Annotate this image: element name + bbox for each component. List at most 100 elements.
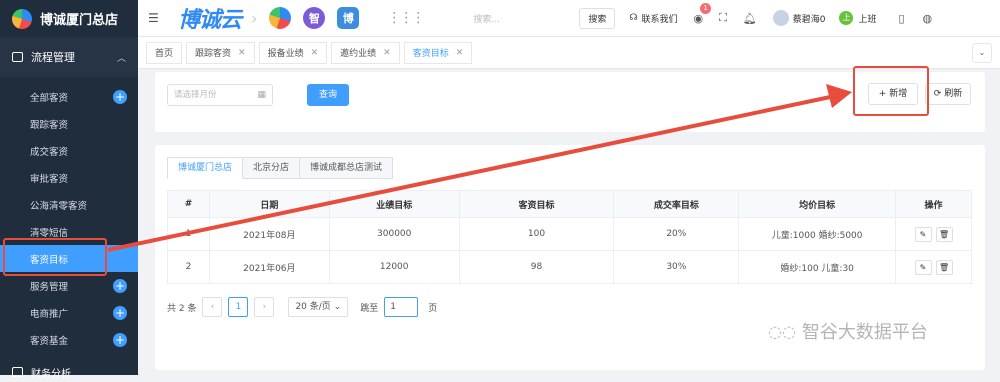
sidebar-item-label: 电商推广	[30, 308, 69, 320]
column-header: 客资目标	[458, 190, 615, 218]
globe-icon[interactable]: ◍	[923, 12, 933, 25]
query-button[interactable]: 查询	[307, 84, 349, 106]
table-cell: 1	[167, 217, 210, 251]
tab-tracking-leads[interactable]: 跟踪客资 ✕	[186, 41, 255, 64]
column-header: 业绩目标	[328, 190, 460, 218]
chevron-down-icon[interactable]: ⌄	[972, 43, 992, 63]
plus-icon[interactable]: +	[113, 89, 127, 104]
menu-group-label: 财务分析	[31, 368, 71, 380]
store-tab-xiamen[interactable]: 博诚厦门总店	[167, 157, 243, 179]
sidebar-item-label: 公海清零客资	[30, 200, 88, 212]
sidebar-item-service[interactable]: 服务管理 +	[0, 272, 138, 299]
search-button[interactable]: 搜索	[579, 7, 616, 29]
table-row: 2 2021年06月 12000 98 30% 婚纱:100 儿童:30 ✎ 🗑︎	[167, 250, 972, 284]
table-cell: 300000	[328, 217, 460, 251]
user-name[interactable]: 蔡碧海0	[793, 12, 826, 25]
tab-report-performance[interactable]: 报备业绩 ✕	[258, 41, 328, 64]
sidebar-item-approval-leads[interactable]: 审批客资	[0, 164, 138, 191]
search-input[interactable]: 搜索...	[473, 12, 533, 25]
menu-group-process[interactable]: 流程管理 ︿	[0, 37, 138, 77]
watermark-text: 智谷大数据平台	[801, 322, 928, 343]
hamburger-icon[interactable]: ☰	[148, 11, 164, 25]
refresh-button[interactable]: ⟳ 刷新	[925, 83, 971, 105]
wechat-icon: ◌◌	[768, 321, 796, 341]
store-tabs: 博诚厦门总店 北京分店 博诚成都总店测试	[167, 157, 394, 179]
column-header: 操作	[895, 190, 972, 218]
actions-cell: ✎ 🗑︎	[895, 250, 972, 284]
grid-icon[interactable]: ⋮⋮⋮	[387, 10, 425, 26]
zhi-app-icon[interactable]: 智	[303, 7, 326, 29]
brand[interactable]: 博诚厦门总店	[0, 0, 138, 37]
column-header: 成交率目标	[613, 190, 740, 218]
sidebar-item-label: 清零短信	[30, 227, 69, 239]
highlight-box-add	[853, 66, 929, 116]
clock-in-button[interactable]: 上 上班	[839, 11, 876, 25]
tab-label: 报备业绩	[267, 49, 304, 59]
edit-icon[interactable]: ✎	[914, 259, 932, 275]
month-picker-placeholder: 请选择月份	[174, 90, 217, 100]
table-cell: 儿童:1000 婚纱:5000	[738, 217, 897, 251]
contact-link[interactable]: ☊ 联系我们	[629, 12, 677, 25]
close-icon[interactable]: ✕	[456, 48, 464, 58]
calendar-icon: ▦	[257, 90, 266, 100]
actions-cell: ✎ 🗑︎	[895, 217, 972, 251]
menu-group-label: 流程管理	[31, 51, 75, 64]
notification-icon[interactable]: ◉ 1	[693, 2, 712, 25]
table-row: 1 2021年08月 300000 100 20% 儿童:1000 婚纱:500…	[167, 217, 972, 251]
plus-icon[interactable]: +	[113, 332, 127, 347]
sidebar-item-ecommerce[interactable]: 电商推广 +	[0, 299, 138, 326]
highlight-box-sidebar	[3, 238, 107, 276]
close-icon[interactable]: ✕	[238, 48, 246, 58]
table-header-row: # 日期 业绩目标 客资目标 成交率目标 均价目标 操作	[167, 190, 972, 218]
sidebar-item-public-pool[interactable]: 公海清零客资	[0, 191, 138, 218]
clock-in-label: 上班	[858, 14, 877, 25]
bo-app-icon[interactable]: 博	[337, 7, 360, 29]
goto-page-input[interactable]: 1	[384, 297, 419, 317]
sidebar-item-all-leads[interactable]: 全部客资 +	[0, 83, 138, 110]
trash-icon[interactable]: 🗑︎	[935, 259, 953, 275]
sidebar-item-lead-fund[interactable]: 客资基金 +	[0, 326, 138, 353]
trash-icon[interactable]: 🗑︎	[935, 226, 953, 242]
close-icon[interactable]: ✕	[383, 48, 391, 58]
tabs-bar: 首页 跟踪客资 ✕ 报备业绩 ✕ 邀约业绩 ✕ 客资目标 ✕ ⌄	[138, 37, 1000, 69]
store-tab-beijing[interactable]: 北京分店	[242, 157, 300, 179]
clock-in-icon: 上	[839, 11, 854, 25]
sidebar-item-label: 审批客资	[30, 173, 69, 185]
separator-icon: ›	[251, 8, 258, 28]
close-icon[interactable]: ✕	[311, 48, 319, 58]
notification-badge: 1	[700, 2, 712, 14]
sidebar-item-label: 跟踪客资	[30, 119, 69, 131]
tab-lead-targets[interactable]: 客资目标 ✕	[403, 41, 473, 64]
bell-icon[interactable]: 🔔︎	[743, 12, 757, 25]
folder-icon	[12, 52, 23, 62]
store-tab-chengdu[interactable]: 博诚成都总店测试	[299, 157, 394, 179]
month-picker[interactable]: 请选择月份 ▦	[167, 84, 273, 106]
tab-invite-performance[interactable]: 邀约业绩 ✕	[331, 41, 400, 64]
avatar[interactable]	[772, 10, 789, 26]
column-header: 均价目标	[738, 190, 897, 218]
fullscreen-icon[interactable]: ⛶	[719, 11, 727, 25]
tab-label: 跟踪客资	[195, 49, 232, 59]
edit-icon[interactable]: ✎	[914, 226, 932, 242]
page-size-select[interactable]: 20 条/页 ⌄	[288, 297, 349, 317]
headset-icon: ☊	[629, 13, 638, 23]
topbar: ☰ 博诚云 › 智 博 ⋮⋮⋮ 搜索... 搜索 ☊ 联系我们 ◉ 1 ⛶ 🔔︎ …	[138, 0, 1000, 37]
tab-home[interactable]: 首页	[146, 41, 183, 64]
menu-group-finance[interactable]: 财务分析	[0, 362, 138, 382]
table-cell: 12000	[328, 250, 460, 284]
table-cell: 100	[458, 217, 615, 251]
table-cell: 2021年06月	[208, 250, 330, 284]
plus-icon[interactable]: +	[113, 305, 127, 320]
page-number[interactable]: 1	[228, 297, 249, 317]
sidebar-item-closed-leads[interactable]: 成交客资	[0, 137, 138, 164]
table-cell: 2021年08月	[208, 217, 330, 251]
plus-icon[interactable]: +	[113, 278, 127, 293]
mobile-icon[interactable]: ▯	[898, 12, 904, 25]
app-switch-icon[interactable]	[269, 7, 292, 29]
sidebar-item-label: 服务管理	[30, 281, 69, 293]
sidebar-item-label: 客资基金	[30, 335, 69, 347]
prev-page-icon[interactable]: ‹	[202, 297, 223, 317]
next-page-icon[interactable]: ›	[254, 297, 275, 317]
sidebar: 博诚厦门总店 流程管理 ︿ 全部客资 + 跟踪客资 成交客资 审批客资 公海清零客…	[0, 0, 138, 380]
sidebar-item-tracking-leads[interactable]: 跟踪客资	[0, 110, 138, 137]
